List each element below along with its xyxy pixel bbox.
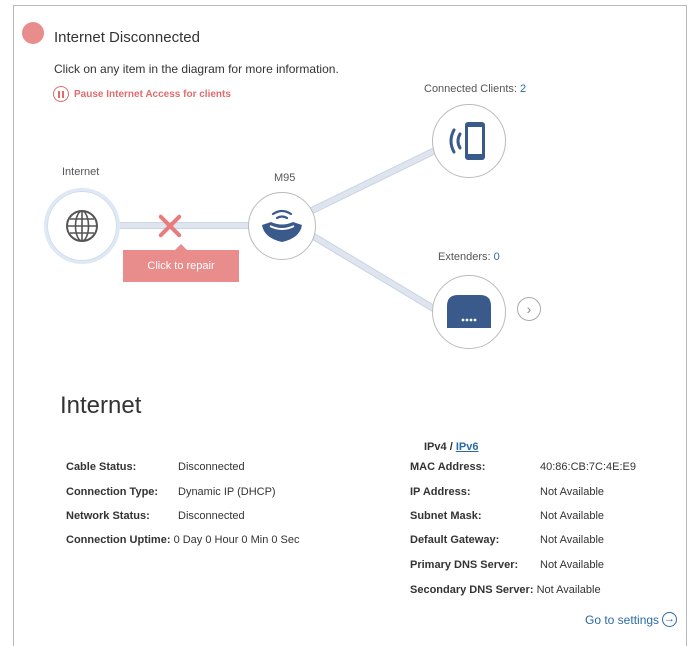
info-value: Not Available [540,559,605,571]
tab-ipv4[interactable]: IPv4 [424,441,447,453]
info-value: Dynamic IP (DHCP) [178,486,276,498]
arrow-right-icon: → [662,612,678,627]
info-value: Disconnected [178,510,245,522]
info-row: IP Address: Not Available [410,486,604,498]
info-label: Secondary DNS Server: [410,584,534,596]
info-row: Connection Uptime: 0 Day 0 Hour 0 Min 0 … [66,534,300,546]
info-value: Not Available [536,584,601,596]
info-value: 0 Day 0 Hour 0 Min 0 Sec [173,534,300,546]
globe-icon [66,210,98,242]
pause-internet-button[interactable]: Pause Internet Access for clients [53,86,231,102]
internet-router-line [112,222,257,229]
go-to-settings-link[interactable]: Go to settings → [585,612,678,627]
diagram-hint: Click on any item in the diagram for mor… [54,62,339,76]
extenders-count: 0 [493,251,500,263]
info-row: Secondary DNS Server: Not Available [410,584,601,596]
pause-label: Pause Internet Access for clients [74,88,231,100]
extender-icon [447,295,491,328]
mobile-device-icon [449,122,485,160]
extenders-label: Extenders: 0 [438,251,500,263]
internet-node-label: Internet [62,166,100,178]
click-to-repair-button[interactable]: Click to repair [123,244,239,282]
router-node[interactable] [248,192,316,260]
internet-node[interactable] [44,188,120,264]
tab-separator: / [449,441,453,453]
clients-count: 2 [520,83,527,95]
clients-label: Connected Clients: 2 [424,83,526,95]
router-icon [262,209,302,242]
info-label: Subnet Mask: [410,510,482,522]
info-row: Default Gateway: Not Available [410,534,604,546]
tab-ipv6[interactable]: IPv6 [456,441,479,453]
info-value: Not Available [540,534,605,546]
status-indicator [22,22,44,44]
info-row: Connection Type: Dynamic IP (DHCP) [66,486,276,498]
chevron-right-icon: › [526,301,532,317]
info-label: Connection Uptime: [66,534,171,546]
info-value: 40:86:CB:7C:4E:E9 [540,461,637,473]
info-label: Primary DNS Server: [410,559,519,571]
clients-label-text: Connected Clients: [424,83,517,95]
info-label: IP Address: [410,486,471,498]
info-label: MAC Address: [410,461,486,473]
ip-version-tabs: IPv4 / IPv6 [424,441,478,453]
info-value: Not Available [540,510,605,522]
info-row: Network Status: Disconnected [66,510,245,522]
info-row: Primary DNS Server: Not Available [410,559,604,571]
info-label: Network Status: [66,510,150,522]
info-value: Not Available [540,486,605,498]
go-to-settings-label: Go to settings [585,612,660,627]
section-title: Internet [60,392,142,419]
info-value: Disconnected [178,461,245,473]
info-row: MAC Address: 40:86:CB:7C:4E:E9 [410,461,636,473]
status-text: Internet Disconnected [54,29,200,46]
info-label: Default Gateway: [410,534,500,546]
next-extender-button[interactable]: › [517,297,541,321]
extenders-node[interactable] [432,275,506,349]
extenders-label-text: Extenders: [438,251,491,263]
info-label: Connection Type: [66,486,159,498]
info-label: Cable Status: [66,461,137,473]
pause-icon [53,86,69,102]
info-row: Cable Status: Disconnected [66,461,245,473]
info-row: Subnet Mask: Not Available [410,510,604,522]
router-node-label: M95 [274,172,296,184]
connected-clients-node[interactable] [432,104,506,178]
disconnected-x-icon[interactable] [157,213,183,239]
